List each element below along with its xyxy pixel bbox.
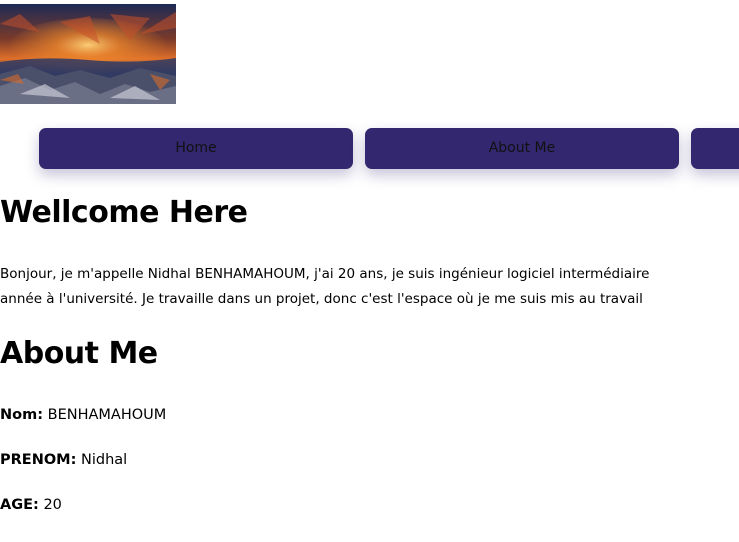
nav-home-button[interactable]: Home (39, 128, 353, 169)
field-nom-label: Nom: (0, 407, 44, 423)
intro-line-1: Bonjour, je m'appelle Nidhal BENHAMAHOUM… (0, 266, 650, 282)
nav-about-button[interactable]: About Me (365, 128, 679, 169)
field-prenom-value: Nidhal (81, 452, 128, 468)
sunset-seascape-image (0, 4, 176, 104)
nav-third-button[interactable] (691, 128, 739, 169)
about-heading: About Me (0, 336, 158, 371)
field-prenom: PRENOM: Nidhal (0, 452, 127, 468)
hero-image (0, 4, 176, 104)
field-prenom-label: PRENOM: (0, 452, 77, 468)
field-nom-value: BENHAMAHOUM (47, 407, 167, 423)
field-age-value: 20 (43, 497, 62, 513)
intro-paragraph: Bonjour, je m'appelle Nidhal BENHAMAHOUM… (0, 262, 739, 312)
field-nom: Nom: BENHAMAHOUM (0, 407, 166, 423)
page: Home About Me Wellcome Here Bonjour, je m… (0, 0, 739, 542)
field-age-label: AGE: (0, 497, 39, 513)
field-age: AGE: 20 (0, 497, 62, 513)
main-navigation: Home About Me (39, 128, 739, 169)
welcome-heading: Wellcome Here (0, 195, 248, 230)
intro-line-2: année à l'université. Je travaille dans … (0, 291, 643, 307)
